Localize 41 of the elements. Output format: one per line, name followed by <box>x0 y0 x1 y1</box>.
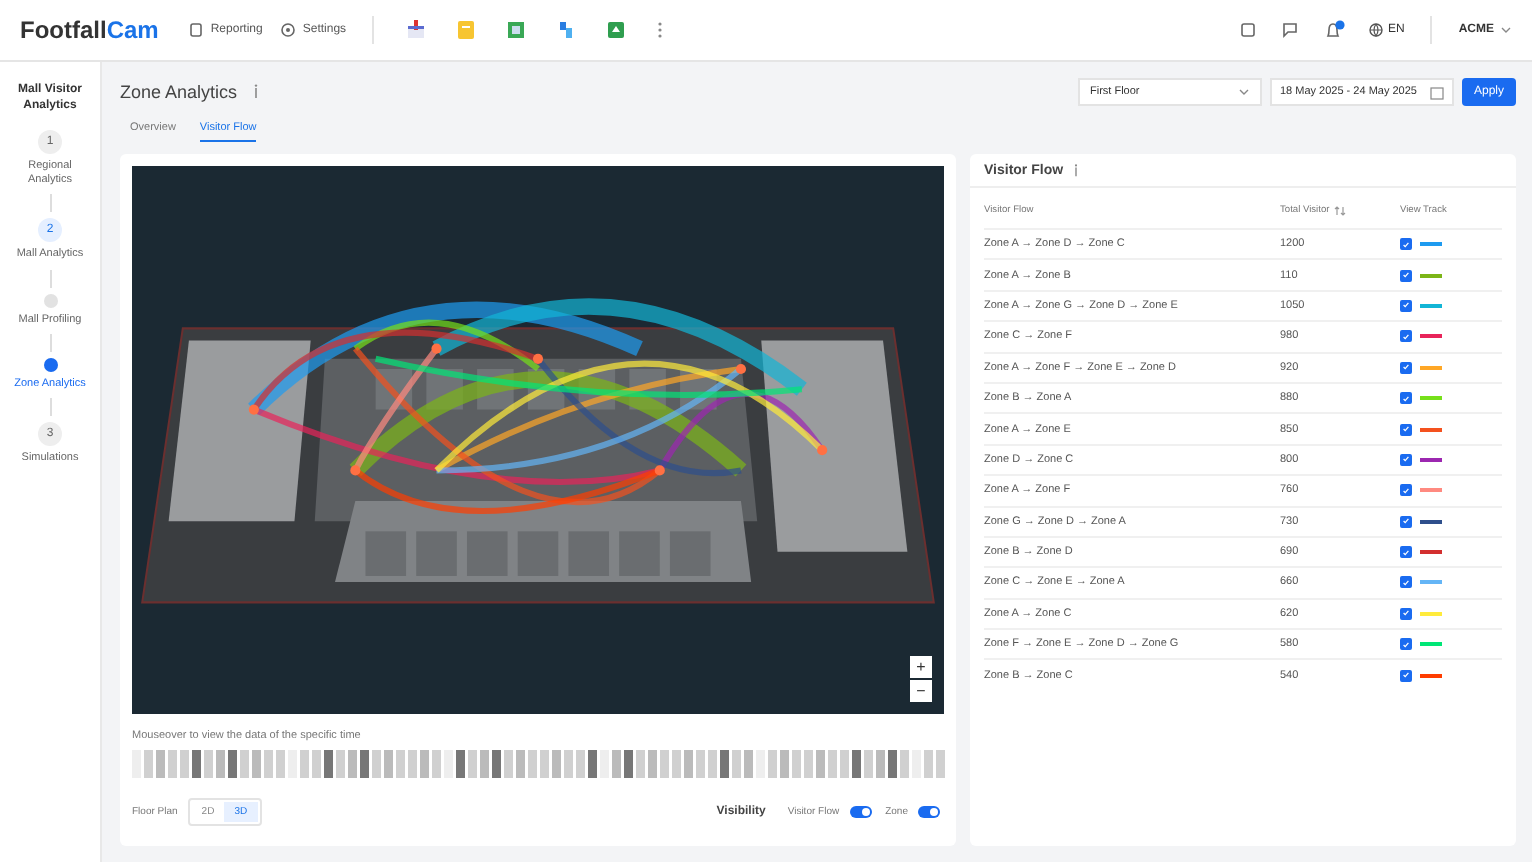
checkbox[interactable] <box>1400 669 1412 682</box>
toggle-switch[interactable] <box>849 806 872 818</box>
checkbox[interactable] <box>1400 269 1412 282</box>
globe-icon <box>1367 22 1384 38</box>
checkbox[interactable] <box>1400 515 1412 528</box>
checkbox[interactable] <box>1400 361 1412 374</box>
checkbox[interactable] <box>1400 453 1412 466</box>
checkbox[interactable] <box>1400 392 1412 405</box>
caret-icon <box>1237 88 1250 96</box>
checkbox[interactable] <box>1400 238 1412 251</box>
bell-icon[interactable] <box>1323 20 1346 40</box>
checkbox[interactable] <box>1400 423 1412 436</box>
checkbox[interactable] <box>1400 607 1412 620</box>
step-dot[interactable] <box>43 293 57 308</box>
app-icon[interactable] <box>606 20 627 40</box>
checkbox[interactable] <box>1400 299 1412 312</box>
zoom-in-button[interactable]: + <box>910 656 932 678</box>
info-icon[interactable] <box>251 84 260 100</box>
calendar-icon <box>1429 85 1444 99</box>
more-icon[interactable] <box>656 20 665 40</box>
app-icon[interactable] <box>506 20 527 40</box>
zoom-out-button[interactable]: − <box>910 680 932 702</box>
checkbox[interactable] <box>1400 484 1412 497</box>
checkbox[interactable] <box>1400 330 1412 343</box>
app-icon[interactable] <box>556 20 577 40</box>
page-title: Zone Analytics <box>120 82 238 102</box>
square-icon[interactable] <box>1239 22 1256 38</box>
toggle-switch[interactable] <box>918 806 940 818</box>
sort-icon[interactable] <box>1333 206 1346 216</box>
logo: FootfallCam <box>20 16 159 44</box>
step-dot[interactable] <box>43 357 57 372</box>
checkbox[interactable] <box>1400 546 1412 559</box>
caret-icon <box>1500 26 1512 34</box>
timeline-heat-strip[interactable] <box>132 750 948 778</box>
settings-icon <box>280 22 297 38</box>
map-view[interactable]: + − <box>132 166 944 714</box>
app-icon[interactable] <box>406 20 427 40</box>
document-icon <box>188 22 205 38</box>
checkbox[interactable] <box>1400 638 1412 651</box>
checkbox[interactable] <box>1400 576 1412 589</box>
chat-icon[interactable] <box>1281 22 1298 38</box>
